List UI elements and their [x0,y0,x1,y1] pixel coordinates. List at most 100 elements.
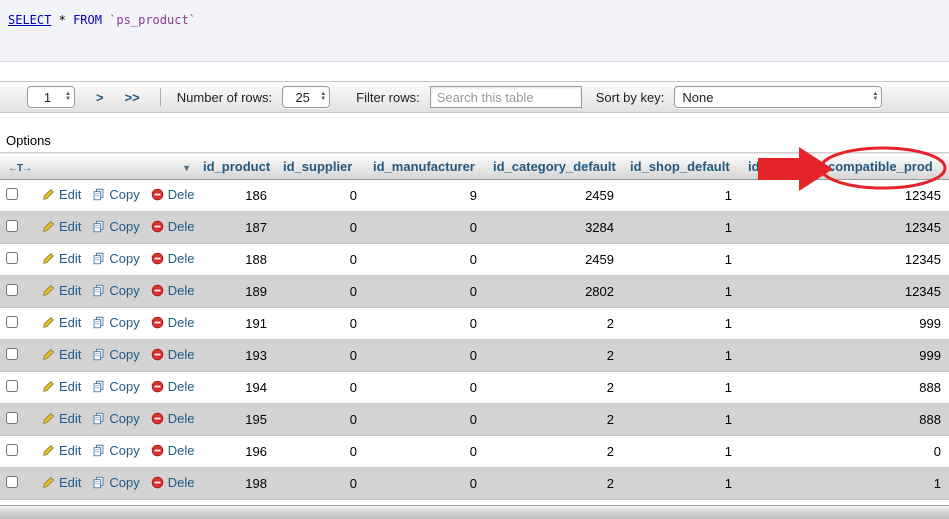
row-checkbox[interactable] [6,444,18,456]
delete-link[interactable]: Delete [151,219,195,234]
edit-link[interactable]: Edit [42,379,81,394]
cell-compatible_prod: 12345 [820,243,949,276]
row-checkbox[interactable] [6,380,18,392]
copy-icon [94,284,104,297]
row-checkbox-cell [0,243,30,276]
row-checkbox-cell [0,467,30,500]
cell-id_category_default: 2 [485,371,622,404]
page-select-value: 1 [43,89,52,105]
number-of-rows-label: Number of rows: [176,89,273,105]
copy-link[interactable]: Copy [92,347,140,362]
pencil-icon [42,188,54,200]
column-header-id[interactable]: id [740,152,820,180]
column-header-id_supplier[interactable]: id_supplier [275,152,365,180]
cell-id_product: 195 [195,403,275,436]
cell-compatible_prod: 999 [820,307,949,340]
copy-link[interactable]: Copy [92,315,140,330]
table-row: EditCopyDelete1910021999 [0,307,949,340]
edit-link[interactable]: Edit [42,251,81,266]
cell-id_supplier: 0 [275,467,365,500]
row-checkbox[interactable] [6,348,18,360]
column-header-id_category_default[interactable]: id_category_default [485,152,622,180]
last-page-button[interactable]: >> [125,90,140,105]
delete-link[interactable]: Delete [151,347,195,362]
delete-link[interactable]: Delete [151,315,195,330]
delete-link[interactable]: Delete [151,411,195,426]
copy-link[interactable]: Copy [92,219,140,234]
cell-id_supplier: 0 [275,179,365,212]
row-checkbox[interactable] [6,252,18,264]
delete-link[interactable]: Delete [151,251,195,266]
options-label[interactable]: Options [6,133,51,148]
copy-icon [94,380,104,393]
pencil-icon [42,220,54,232]
edit-link[interactable]: Edit [42,443,81,458]
delete-icon [151,444,164,457]
cell-id_product: 198 [195,467,275,500]
next-page-button[interactable]: > [96,90,104,105]
row-checkbox[interactable] [6,188,18,200]
row-checkbox[interactable] [6,476,18,488]
column-options-icon[interactable]: ▼ [182,163,191,173]
edit-link[interactable]: Edit [42,475,81,490]
cell-id_product: 193 [195,339,275,372]
row-actions-cell: Edit Copy Delete [30,435,195,468]
delete-link[interactable]: Delete [151,283,195,298]
cell-id [740,307,820,340]
delete-link[interactable]: Delete [151,443,195,458]
row-checkbox-cell [0,403,30,436]
cell-compatible_prod: 12345 [820,275,949,308]
delete-link[interactable]: Delete [151,475,195,490]
page-select[interactable]: 1 ▲ ▼ [27,86,75,108]
column-header-id_shop_default[interactable]: id_shop_default [622,152,740,180]
row-checkbox[interactable] [6,284,18,296]
row-checkbox[interactable] [6,412,18,424]
row-checkbox[interactable] [6,316,18,328]
copy-link[interactable]: Copy [92,283,140,298]
table-row: EditCopyDelete1940021888 [0,371,949,404]
cell-id_shop_default: 1 [622,211,740,244]
rows-per-page-value: 25 [295,89,310,105]
edit-link[interactable]: Edit [42,315,81,330]
sql-keyword-select-link[interactable]: SELECT [8,13,51,27]
cell-compatible_prod: 0 [820,435,949,468]
copy-icon [94,412,104,425]
cell-id_shop_default: 1 [622,339,740,372]
copy-link[interactable]: Copy [92,187,140,202]
edit-link[interactable]: Edit [42,347,81,362]
rows-per-page-select[interactable]: 25 ▲ ▼ [282,86,331,108]
copy-link[interactable]: Copy [92,379,140,394]
copy-link[interactable]: Copy [92,411,140,426]
text-toggle-control[interactable]: ←T→ [8,163,30,174]
copy-icon [94,476,104,489]
cell-id_shop_default: 1 [622,467,740,500]
pencil-icon [42,252,54,264]
edit-link[interactable]: Edit [42,187,81,202]
edit-link[interactable]: Edit [42,283,81,298]
row-actions-cell: Edit Copy Delete [30,371,195,404]
delete-link[interactable]: Delete [151,379,195,394]
cell-id_shop_default: 1 [622,179,740,212]
cell-id_category_default: 3284 [485,211,622,244]
copy-link[interactable]: Copy [92,475,140,490]
edit-link[interactable]: Edit [42,219,81,234]
column-header-compatible_prod[interactable]: compatible_prod [820,152,949,180]
table-row: EditCopyDelete189002802112345 [0,275,949,308]
copy-link[interactable]: Copy [92,251,140,266]
sort-key-select[interactable]: None ▲ ▼ [674,86,883,108]
cell-id_category_default: 2 [485,467,622,500]
cell-id_shop_default: 1 [622,243,740,276]
edit-link[interactable]: Edit [42,411,81,426]
filter-search-input[interactable] [429,86,582,108]
row-checkbox[interactable] [6,220,18,232]
cell-id_manufacturer: 9 [365,179,485,212]
column-header-id_product[interactable]: id_product [195,152,275,180]
column-header-id_manufacturer[interactable]: id_manufacturer [365,152,485,180]
sql-query-box: SELECT * FROM `ps_product` [0,0,949,62]
cell-id_category_default: 2459 [485,179,622,212]
delete-link[interactable]: Delete [151,187,195,202]
cell-compatible_prod: 12345 [820,211,949,244]
horizontal-scrollbar[interactable] [0,505,949,519]
cell-id_shop_default: 1 [622,307,740,340]
copy-link[interactable]: Copy [92,443,140,458]
